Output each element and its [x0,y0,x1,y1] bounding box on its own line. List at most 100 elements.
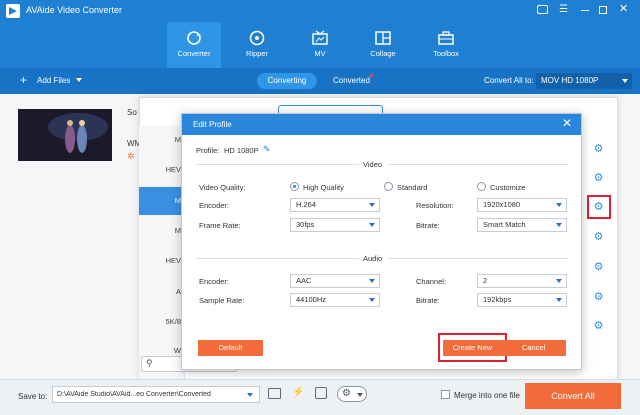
feedback-icon[interactable] [537,5,548,14]
chevron-down-icon [556,279,562,283]
standard-label[interactable]: Standard [397,183,427,192]
audio-bitrate-label: Bitrate: [416,296,440,305]
gear-icon[interactable]: ⚙ [593,144,604,155]
radio-standard[interactable] [384,182,393,191]
channel-value: 2 [483,276,488,285]
audio-bitrate-value: 192kbps [483,295,512,304]
radio-high-quality[interactable] [290,182,299,191]
gear-icon[interactable]: ⚙ [593,262,604,273]
gear-icon[interactable]: ⚙ [593,321,604,332]
merge-checkbox[interactable] [441,390,450,399]
default-button[interactable]: Default [198,340,263,356]
title-bar: AVAide Video Converter ☰ ✕ [0,0,640,22]
menu-icon[interactable]: ☰ [559,5,568,15]
effect-icon[interactable]: ✲ [127,151,135,162]
radio-customize[interactable] [477,182,486,191]
tab-mv-label: MV [314,49,326,58]
gear-icon[interactable]: ⚙ [593,202,604,213]
maximize-icon[interactable] [599,6,607,14]
close-icon[interactable]: ✕ [562,117,572,130]
save-to-path-field[interactable]: D:\AVAide Studio\AVAid...eo Converter\Co… [52,386,260,403]
divider [196,258,359,259]
format-item[interactable]: A [139,278,185,306]
chevron-down-icon [369,298,375,302]
frame-rate-select[interactable]: 30fps [290,218,380,232]
high-quality-label[interactable]: High Quality [303,183,344,192]
bitrate-select[interactable]: Smart Match [477,218,567,232]
frame-rate-label: Frame Rate: [199,221,241,230]
video-quality-label: Video Quality: [199,183,246,192]
profile-value: HD 1080P [224,146,259,155]
chevron-down-icon [556,203,562,207]
gear-icon[interactable]: ⚙ [593,173,604,184]
converter-toolbar: + Add Files Converting Converted Convert… [0,68,640,94]
format-item-selected[interactable]: M [139,187,185,215]
channel-select[interactable]: 2 [477,274,567,288]
hardware-accel-icon[interactable]: ⚡ [292,387,304,398]
audio-section-title: Audio [363,254,383,263]
dialog-title: Edit Profile [193,120,232,129]
chevron-down-icon [369,203,375,207]
tab-converter[interactable]: Converter [167,22,221,68]
customize-label[interactable]: Customize [490,183,525,192]
convert-all-to-select[interactable]: MOV HD 1080P [536,73,632,89]
format-item[interactable]: HEV [139,247,185,275]
encoder-select[interactable]: H.264 [290,198,380,212]
tab-toolbox-label: Toolbox [433,49,459,58]
frame-rate-value: 30fps [296,220,315,229]
merge-label[interactable]: Merge into one file [454,391,520,400]
channel-label: Channel: [416,277,447,286]
tab-mv[interactable]: MV [293,22,347,68]
tab-collage[interactable]: Collage [356,22,410,68]
gear-icon[interactable]: ⚙ [593,292,604,303]
source-label: So [127,108,137,117]
audio-bitrate-select[interactable]: 192kbps [477,293,567,307]
resolution-value: 1920x1080 [483,200,521,209]
ripper-icon [249,30,265,46]
resolution-label: Resolution: [416,201,454,210]
convert-all-button[interactable]: Convert All [525,383,621,409]
tab-ripper[interactable]: Ripper [230,22,284,68]
gear-icon: ⚙ [342,388,351,399]
cancel-button[interactable]: Cancel [501,340,566,356]
video-section-title: Video [363,160,383,169]
format-item[interactable]: 5K/8 [139,308,185,336]
sample-rate-select[interactable]: 44100Hz [290,293,380,307]
create-new-button[interactable]: Create New [443,340,502,356]
edit-profile-dialog: Edit Profile ✕ Profile: HD 1080P ✎ Video… [181,113,582,370]
new-dot-icon [370,74,373,77]
encoder-value: H.264 [296,200,317,209]
add-icon[interactable]: + [20,74,27,86]
tab-ripper-label: Ripper [245,49,269,58]
profile-label: Profile: [196,146,220,155]
edit-pencil-icon[interactable]: ✎ [263,144,271,155]
gpu-icon[interactable] [315,387,327,399]
gear-icon[interactable]: ⚙ [593,232,604,243]
format-item[interactable]: HEV [139,156,185,184]
audio-encoder-value: AAC [296,276,312,285]
close-icon[interactable]: ✕ [619,3,628,15]
resolution-select[interactable]: 1920x1080 [477,198,567,212]
save-to-label: Save to: [18,392,48,401]
chevron-down-icon [556,223,562,227]
audio-encoder-select[interactable]: AAC [290,274,380,288]
toolbox-icon [438,31,454,45]
tab-toolbox[interactable]: Toolbox [419,22,473,68]
minimize-icon[interactable] [581,10,589,11]
tab-converted[interactable]: Converted [333,76,370,85]
folder-icon[interactable] [268,388,281,399]
sample-rate-label: Sample Rate: [199,296,245,305]
chevron-down-icon[interactable] [76,78,82,82]
chevron-down-icon [357,393,363,397]
bitrate-value: Smart Match [483,220,526,229]
convert-all-to-value: MOV HD 1080P [541,76,599,85]
format-item[interactable]: M [139,126,185,154]
add-files-button[interactable]: Add Files [37,76,70,85]
format-item[interactable]: M [139,217,185,245]
video-thumbnail[interactable] [18,109,112,161]
sample-rate-value: 44100Hz [296,295,327,304]
divider [388,258,568,259]
main-nav: Converter Ripper MV Collage Toolbox [0,22,640,68]
settings-dropdown[interactable]: ⚙ [337,386,367,402]
tab-converting[interactable]: Converting [257,73,317,89]
